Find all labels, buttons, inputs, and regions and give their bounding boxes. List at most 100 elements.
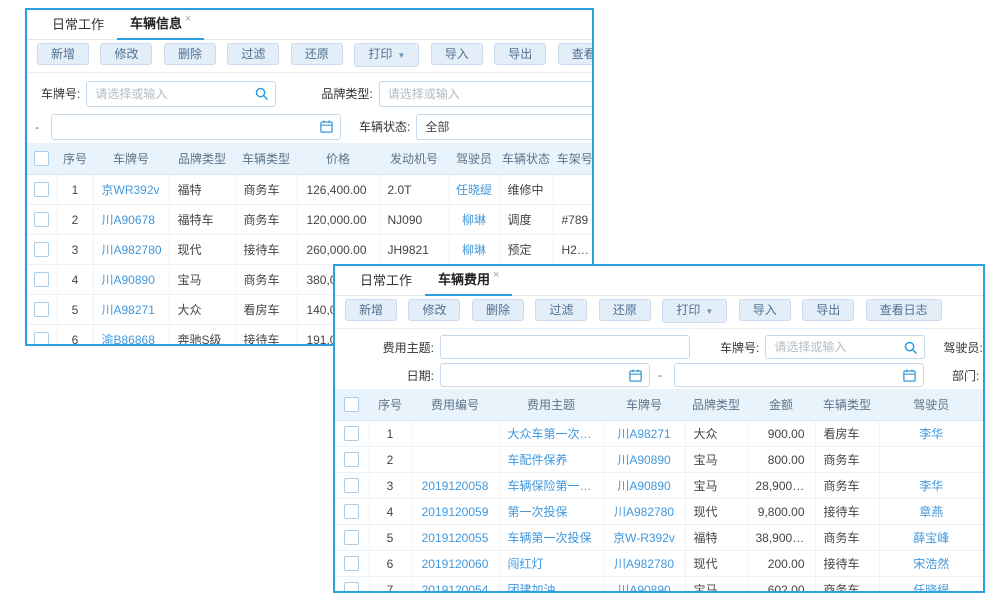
plate-cell[interactable]: 京WR392v [93,175,169,205]
restore-button[interactable]: 还原 [291,43,343,65]
plate-cell[interactable]: 渝B86868 [93,325,169,347]
export-button[interactable]: 导出 [494,43,546,65]
add-button[interactable]: 新增 [37,43,89,65]
import-button[interactable]: 导入 [431,43,483,65]
add-button[interactable]: 新增 [345,299,397,321]
edit-button[interactable]: 修改 [408,299,460,321]
date-from-input[interactable] [441,364,649,386]
expense-no-cell[interactable]: 2019120060 [411,551,499,577]
expense-subject-cell[interactable]: 车辆保险第一次... [499,473,603,499]
filter-button[interactable]: 过滤 [535,299,587,321]
date-input[interactable] [52,115,340,139]
table-row: 52019120055车辆第一次投保京W-R392v福特38,900.00商务车… [335,525,983,551]
calendar-icon[interactable] [902,368,917,383]
edit-button[interactable]: 修改 [100,43,152,65]
driver-cell[interactable]: 薛宝峰 [879,525,983,551]
print-button[interactable]: 打印▼ [662,299,727,323]
tab-vehicle-info[interactable]: 车辆信息× [117,8,204,40]
vehicle-status-select[interactable]: 全部 [416,114,594,140]
filter-row: 日期: - 部门: [335,361,983,389]
date-to-input[interactable] [675,364,923,386]
print-button[interactable]: 打印▼ [354,43,419,67]
view-log-button[interactable]: 查看日志 [558,43,594,65]
close-icon[interactable]: × [493,269,499,281]
plate-cell[interactable]: 川A90890 [603,577,685,594]
row-checkbox[interactable] [344,530,359,545]
select-all-checkbox[interactable] [344,397,359,412]
filter-area: 车牌号: 品牌类型: - 车辆状态: 全部 [27,73,592,143]
date-label: 日期: [349,367,434,384]
row-checkbox[interactable] [34,302,49,317]
plate-cell[interactable]: 川A982780 [93,235,169,265]
delete-button[interactable]: 删除 [472,299,524,321]
search-icon[interactable] [903,340,918,355]
vehicle-type-cell: 商务车 [815,577,879,594]
view-log-button[interactable]: 查看日志 [866,299,942,321]
expense-no-cell[interactable]: 2019120058 [411,473,499,499]
plate-cell[interactable]: 川A90890 [93,265,169,295]
row-checkbox[interactable] [34,272,49,287]
expense-subject-cell[interactable]: 闯红灯 [499,551,603,577]
expense-no-cell[interactable]: 2019120059 [411,499,499,525]
driver-cell[interactable]: 柳琳 [449,205,499,235]
plate-cell[interactable]: 川A982780 [603,499,685,525]
plate-search-input[interactable] [87,82,275,106]
close-icon[interactable]: × [185,13,191,25]
row-checkbox[interactable] [34,242,49,257]
col-status: 车辆状态 [499,143,553,175]
plate-cell[interactable]: 川A90890 [603,447,685,473]
brand-cell: 现代 [169,235,235,265]
expense-subject-cell[interactable]: 团建加油 [499,577,603,594]
driver-cell[interactable]: 李华 [879,473,983,499]
row-checkbox[interactable] [344,452,359,467]
expense-subject-input[interactable] [441,336,689,358]
checkbox-cell [335,525,369,551]
vehicle-type-cell: 商务车 [235,175,297,205]
row-checkbox[interactable] [34,332,49,346]
plate-cell[interactable]: 川A982780 [603,551,685,577]
expense-subject-cell[interactable]: 车配件保养 [499,447,603,473]
select-all-checkbox[interactable] [34,151,49,166]
row-checkbox[interactable] [344,582,359,593]
plate-cell[interactable]: 川A90678 [93,205,169,235]
search-icon[interactable] [254,86,269,101]
row-checkbox[interactable] [34,212,49,227]
import-button[interactable]: 导入 [739,299,791,321]
filter-row: 费用主题: 车牌号: 驾驶员: [335,333,983,361]
driver-cell[interactable]: 任晓缇 [879,577,983,594]
filter-button[interactable]: 过滤 [227,43,279,65]
expense-no-cell[interactable]: 2019120054 [411,577,499,594]
expense-subject-cell[interactable]: 第一次投保 [499,499,603,525]
expense-no-cell[interactable]: 2019120055 [411,525,499,551]
expense-subject-cell[interactable]: 车辆第一次投保 [499,525,603,551]
brand-search-input[interactable] [380,82,593,106]
status-cell: 预定 [499,235,553,265]
plate-cell[interactable]: 川A98271 [93,295,169,325]
row-checkbox[interactable] [344,478,359,493]
restore-button[interactable]: 还原 [599,299,651,321]
tab-vehicle-expense[interactable]: 车辆费用× [425,264,512,296]
calendar-icon[interactable] [319,119,334,134]
plate-cell[interactable]: 京W-R392v [603,525,685,551]
tab-daily-work[interactable]: 日常工作 [347,264,425,295]
calendar-icon[interactable] [628,368,643,383]
row-checkbox[interactable] [344,426,359,441]
driver-cell[interactable]: 章燕 [879,499,983,525]
col-price: 价格 [297,143,379,175]
plate-cell[interactable]: 川A98271 [603,421,685,447]
frame-cell: #789 [553,205,594,235]
index-cell: 4 [369,499,411,525]
expense-subject-cell[interactable]: 大众车第一次年检 [499,421,603,447]
driver-cell[interactable]: 李华 [879,421,983,447]
row-checkbox[interactable] [344,504,359,519]
tab-daily-work[interactable]: 日常工作 [39,8,117,39]
row-checkbox[interactable] [34,182,49,197]
driver-cell[interactable]: 任晓缇 [449,175,499,205]
delete-button[interactable]: 删除 [164,43,216,65]
row-checkbox[interactable] [344,556,359,571]
export-button[interactable]: 导出 [802,299,854,321]
plate-cell[interactable]: 川A90890 [603,473,685,499]
plate-search-input[interactable] [766,336,924,358]
driver-cell[interactable]: 宋浩然 [879,551,983,577]
driver-cell[interactable]: 柳琳 [449,235,499,265]
